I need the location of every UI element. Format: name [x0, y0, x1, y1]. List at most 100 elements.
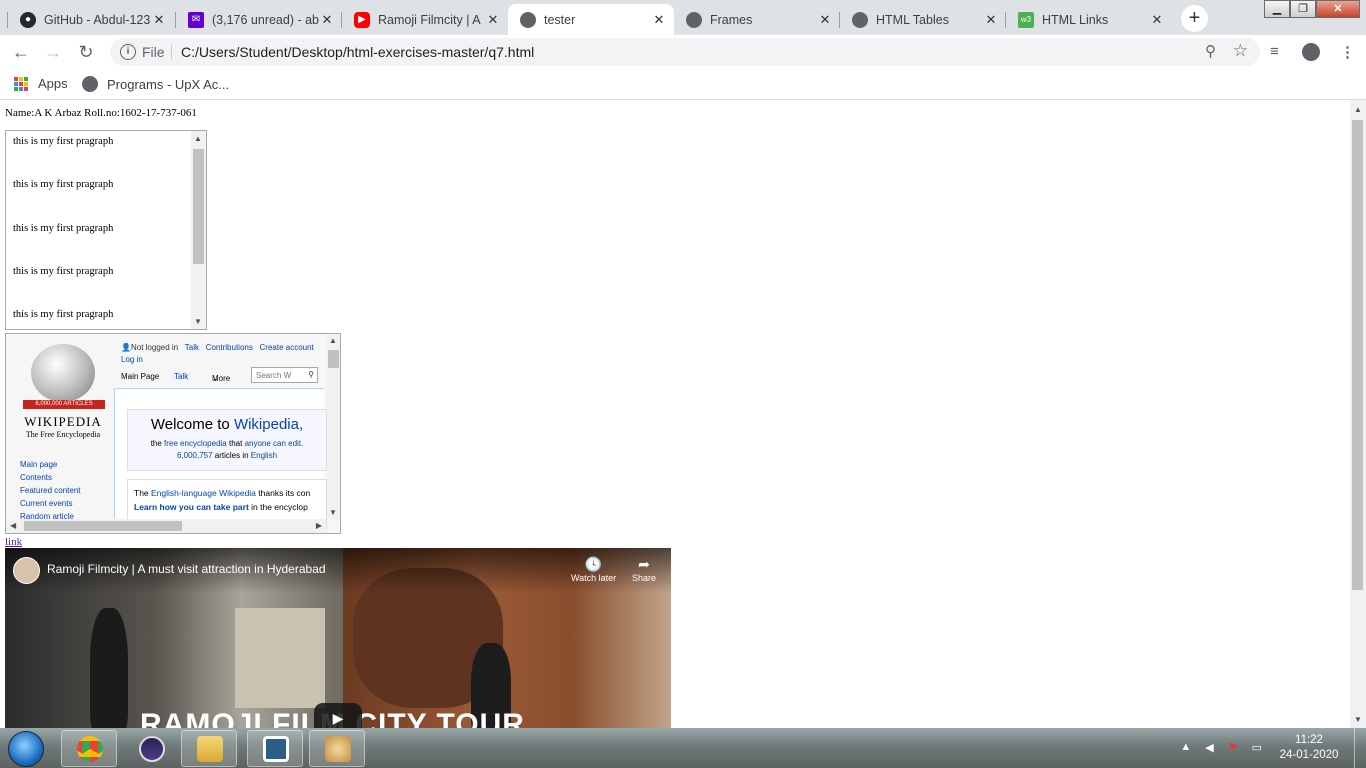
new-tab-button[interactable]: + — [1181, 5, 1208, 32]
free-encyclopedia-link[interactable]: free encyclopedia — [164, 439, 227, 448]
tab-github[interactable]: ● GitHub - Abdul-123 ✕ — [7, 4, 174, 35]
tab-html-links[interactable]: w3 HTML Links ✕ — [1005, 4, 1172, 35]
maximize-button[interactable]: ❐ — [1290, 0, 1316, 18]
wikipedia-iframe[interactable]: 6,000,000 ARTICLES WIKIPEDIA The Free En… — [5, 333, 341, 534]
media-control-icon[interactable]: ≡ — [1270, 43, 1279, 60]
watch-later-label: Watch later — [571, 573, 617, 583]
scrollbar-thumb[interactable] — [24, 521, 182, 531]
taskbar-chrome[interactable] — [61, 730, 117, 767]
wikipedia-search-input[interactable]: Search W ⚲ — [251, 367, 318, 383]
taskbar-editor[interactable] — [247, 730, 303, 767]
wikipedia-sidebar-nav: Main page Contents Featured content Curr… — [20, 458, 80, 523]
learn-how-link[interactable]: Learn how you can take part — [134, 502, 249, 512]
taskbar-explorer[interactable] — [181, 730, 237, 767]
note-text: The — [134, 488, 152, 498]
tab-youtube[interactable]: ▶ Ramoji Filmcity | A ✕ — [341, 4, 508, 35]
wikipedia-link[interactable]: Wikipedia, — [234, 416, 303, 433]
iframe-scrollbar[interactable]: ▲ ▼ — [191, 131, 206, 329]
system-clock[interactable]: 11:22 24-01-2020 — [1276, 733, 1342, 763]
article-count-link[interactable]: 6,000,757 — [177, 451, 213, 460]
paragraph: this is my first pragraph — [13, 136, 114, 147]
bookmarks-bar: Apps Programs - UpX Ac... — [0, 69, 1366, 100]
tab-talk[interactable]: Talk — [171, 372, 192, 381]
scroll-down-arrow-icon[interactable]: ▼ — [194, 317, 202, 326]
menu-kebab-icon[interactable]: ⋮ — [1340, 43, 1355, 61]
address-bar[interactable]: i File C:/Users/Student/Desktop/html-exe… — [110, 38, 1260, 66]
bookmark-programs[interactable]: Programs - UpX Ac... — [82, 76, 229, 92]
taskbar-paint[interactable] — [309, 730, 365, 767]
scroll-up-arrow-icon[interactable]: ▲ — [1354, 105, 1362, 114]
tab-tester[interactable]: tester ✕ — [508, 4, 674, 35]
youtube-video-embed[interactable]: Ramoji Filmcity | A must visit attractio… — [5, 548, 671, 728]
scroll-up-arrow-icon[interactable]: ▲ — [194, 134, 202, 143]
close-tab-icon[interactable]: ✕ — [652, 12, 666, 28]
search-icon[interactable]: ⚲ — [308, 370, 314, 379]
scrollbar-thumb[interactable] — [1352, 120, 1363, 590]
scroll-down-arrow-icon[interactable]: ▼ — [1354, 715, 1362, 724]
nav-main-page[interactable]: Main page — [20, 458, 80, 471]
scrollbar-thumb[interactable] — [193, 149, 204, 264]
show-hidden-icons-icon[interactable]: ▲ — [1180, 741, 1191, 754]
tab-title: HTML Links — [1042, 12, 1109, 27]
network-error-icon[interactable]: ⚑ — [1228, 741, 1238, 754]
paragraph-iframe[interactable]: this is my first pragraph this is my fir… — [5, 130, 207, 330]
close-tab-icon[interactable]: ✕ — [152, 12, 166, 28]
folder-icon — [197, 736, 223, 762]
scroll-up-arrow-icon[interactable]: ▲ — [329, 336, 337, 345]
zoom-icon[interactable]: ⚲ — [1205, 42, 1216, 60]
video-title[interactable]: Ramoji Filmcity | A must visit attractio… — [47, 562, 326, 576]
start-button[interactable] — [8, 731, 44, 767]
page-link[interactable]: link — [5, 536, 22, 548]
scrollbar-thumb[interactable] — [328, 350, 339, 368]
bookmark-apps[interactable]: Apps — [14, 76, 68, 91]
url-text[interactable]: C:/Users/Student/Desktop/html-exercises-… — [181, 44, 534, 60]
paint-icon — [325, 736, 351, 762]
share-button[interactable]: ➦ Share — [632, 556, 656, 583]
nav-current-events[interactable]: Current events — [20, 497, 80, 510]
volume-icon[interactable]: ◀ — [1205, 741, 1213, 754]
reload-button[interactable]: ↻ — [75, 41, 97, 63]
wikipedia-logo[interactable]: 6,000,000 ARTICLES WIKIPEDIA The Free En… — [18, 344, 108, 439]
profile-avatar-icon[interactable] — [1302, 43, 1320, 61]
forward-button[interactable]: → — [42, 41, 64, 63]
page-scrollbar[interactable]: ▲ ▼ — [1350, 100, 1366, 728]
watch-later-button[interactable]: 🕓 Watch later — [571, 556, 616, 583]
tab-frames[interactable]: Frames ✕ — [674, 4, 840, 35]
play-button[interactable]: ▶ — [314, 703, 362, 728]
english-wikipedia-link[interactable]: English-language Wikipedia — [151, 488, 256, 498]
nav-featured-content[interactable]: Featured content — [20, 484, 80, 497]
action-center-icon[interactable]: ▭ — [1252, 741, 1262, 754]
show-desktop-button[interactable] — [1354, 728, 1366, 768]
scroll-down-arrow-icon[interactable]: ▼ — [329, 508, 337, 517]
contributions-link[interactable]: Contributions — [206, 343, 253, 352]
iframe-horizontal-scrollbar[interactable]: ◀ ▶ — [6, 519, 326, 533]
chevron-down-icon: ⌄ — [212, 374, 219, 383]
close-tab-icon[interactable]: ✕ — [1150, 12, 1164, 28]
nav-contents[interactable]: Contents — [20, 471, 80, 484]
scroll-right-arrow-icon[interactable]: ▶ — [316, 521, 322, 530]
info-icon[interactable]: i — [120, 44, 136, 60]
tab-html-tables[interactable]: HTML Tables ✕ — [839, 4, 1006, 35]
tab-title: (3,176 unread) - ab — [212, 12, 320, 27]
back-button[interactable]: ← — [10, 41, 32, 63]
channel-avatar[interactable] — [13, 557, 40, 584]
close-tab-icon[interactable]: ✕ — [818, 12, 832, 28]
close-tab-icon[interactable]: ✕ — [320, 12, 334, 28]
english-link[interactable]: English — [251, 451, 277, 460]
welcome-box: Welcome to Wikipedia, the free encyclope… — [127, 409, 327, 471]
scroll-left-arrow-icon[interactable]: ◀ — [10, 521, 16, 530]
close-tab-icon[interactable]: ✕ — [984, 12, 998, 28]
tab-main-page[interactable]: Main Page — [121, 372, 159, 381]
talk-link[interactable]: Talk — [185, 343, 199, 352]
tab-yahoo-mail[interactable]: ✉ (3,176 unread) - ab ✕ — [175, 4, 342, 35]
close-window-button[interactable]: ✕ — [1316, 0, 1360, 18]
anyone-can-edit-link[interactable]: anyone can edit. — [245, 439, 304, 448]
close-tab-icon[interactable]: ✕ — [486, 12, 500, 28]
iframe-vertical-scrollbar[interactable]: ▲ ▼ — [327, 334, 340, 519]
minimize-button[interactable]: ▁ — [1264, 0, 1290, 18]
welcome-text: articles in — [212, 451, 251, 460]
log-in-link[interactable]: Log in — [121, 355, 143, 364]
create-account-link[interactable]: Create account — [260, 343, 314, 352]
taskbar-eclipse[interactable] — [123, 730, 179, 767]
bookmark-star-icon[interactable]: ☆ — [1233, 41, 1248, 61]
